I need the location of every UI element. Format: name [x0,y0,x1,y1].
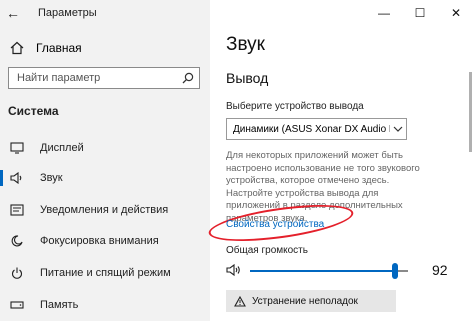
power-icon [8,267,26,279]
search-box[interactable]: Найти параметр [8,67,200,89]
volume-slider-thumb[interactable] [392,263,398,279]
sidebar-item-notifications[interactable]: Уведомления и действия [0,199,210,221]
sidebar-item-label: Память [40,299,79,311]
sidebar-section-title: Система [8,104,59,118]
volume-row: 92 [226,262,466,280]
sidebar-item-label: Уведомления и действия [40,204,169,216]
troubleshoot-button[interactable]: Устранение неполадок [226,290,396,312]
notifications-icon [8,204,26,216]
volume-label: Общая громкость [226,245,308,256]
storage-icon [8,300,26,310]
output-device-value: Динамики (ASUS Xonar DX Audio D... [233,123,391,135]
sidebar-item-focus[interactable]: Фокусировка внимания [0,230,210,252]
scrollbar[interactable] [469,72,472,152]
output-device-select[interactable]: Динамики (ASUS Xonar DX Audio D... [226,118,407,140]
sidebar-item-power[interactable]: Питание и спящий режим [0,262,210,284]
sidebar-item-label: Звук [40,172,63,184]
sidebar: ← Параметры Главная Найти параметр Систе… [0,0,210,321]
sidebar-item-label: Фокусировка внимания [40,235,159,247]
close-button[interactable]: ✕ [438,0,474,26]
device-properties-link[interactable]: Свойства устройства [226,219,324,230]
page-title: Звук [226,34,265,55]
focus-moon-icon [8,235,26,247]
minimize-button[interactable]: — [366,0,402,26]
main-panel: — ☐ ✕ Звук Вывод Выберите устройство выв… [206,0,474,321]
title-bar-left: ← Параметры [0,0,210,26]
speaker-icon[interactable] [226,263,242,282]
search-input[interactable]: Найти параметр [17,72,177,84]
section-title-output: Вывод [226,70,269,86]
sidebar-item-display[interactable]: Дисплей [0,137,210,159]
home-link[interactable]: Главная [0,36,210,60]
warning-icon [234,295,246,307]
volume-value: 92 [432,262,448,278]
volume-slider-fill [250,270,395,272]
maximize-button[interactable]: ☐ [402,0,438,26]
troubleshoot-label: Устранение неполадок [252,295,358,307]
sidebar-item-sound[interactable]: Звук [0,167,210,189]
chevron-down-icon [390,126,406,132]
display-icon [8,142,26,154]
sidebar-item-label: Дисплей [40,142,84,154]
output-device-label: Выберите устройство вывода [226,101,364,112]
home-icon [8,41,26,55]
app-title: Параметры [38,7,97,19]
speaker-icon [8,172,26,184]
sidebar-item-storage[interactable]: Память [0,294,210,316]
back-arrow-icon[interactable]: ← [0,5,26,21]
window-controls: — ☐ ✕ [366,0,474,26]
search-icon[interactable] [177,72,199,84]
home-label: Главная [36,41,82,55]
sidebar-item-label: Питание и спящий режим [40,267,171,279]
